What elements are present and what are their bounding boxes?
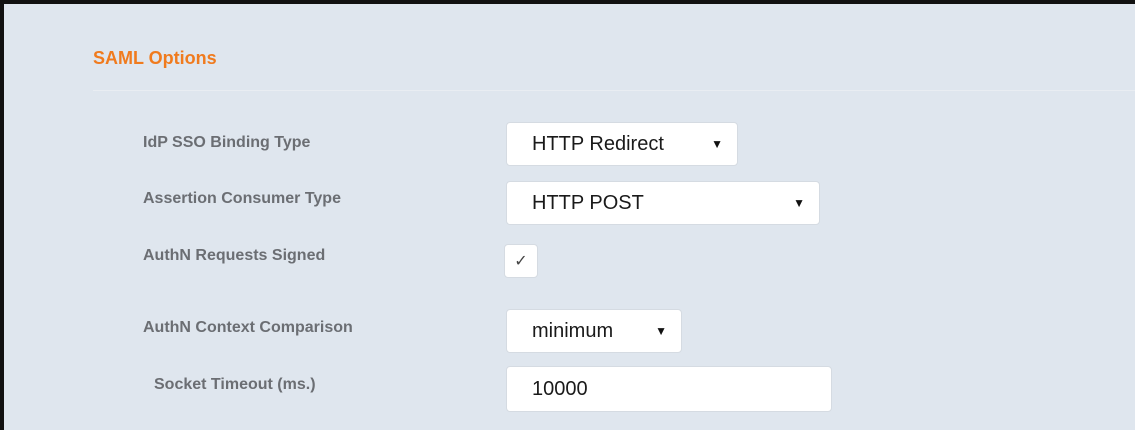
assertion-consumer-type-select[interactable]: HTTP POST ▼ <box>506 181 820 225</box>
assertion-consumer-type-value: HTTP POST <box>532 191 644 214</box>
socket-timeout-label: Socket Timeout (ms.) <box>154 376 316 393</box>
socket-timeout-input[interactable]: 10000 <box>506 366 832 412</box>
section-title: SAML Options <box>93 48 217 68</box>
chevron-down-icon: ▼ <box>711 137 723 151</box>
authn-context-comparison-value: minimum <box>532 319 614 342</box>
checkmark-icon: ✓ <box>514 253 528 270</box>
chevron-down-icon: ▼ <box>793 196 805 210</box>
assertion-consumer-type-label: Assertion Consumer Type <box>143 190 341 207</box>
authn-context-comparison-label: AuthN Context Comparison <box>143 319 353 336</box>
idp-sso-binding-type-value: HTTP Redirect <box>532 132 664 155</box>
chevron-down-icon: ▼ <box>655 324 667 338</box>
authn-requests-signed-label: AuthN Requests Signed <box>143 247 326 264</box>
section-divider <box>93 90 1135 91</box>
idp-sso-binding-type-label: IdP SSO Binding Type <box>143 134 311 151</box>
socket-timeout-value: 10000 <box>532 377 588 400</box>
authn-context-comparison-select[interactable]: minimum ▼ <box>506 309 682 353</box>
authn-requests-signed-checkbox[interactable]: ✓ <box>504 244 538 278</box>
saml-options-panel: SAML Options IdP SSO Binding Type HTTP R… <box>0 0 1135 430</box>
idp-sso-binding-type-select[interactable]: HTTP Redirect ▼ <box>506 122 738 166</box>
